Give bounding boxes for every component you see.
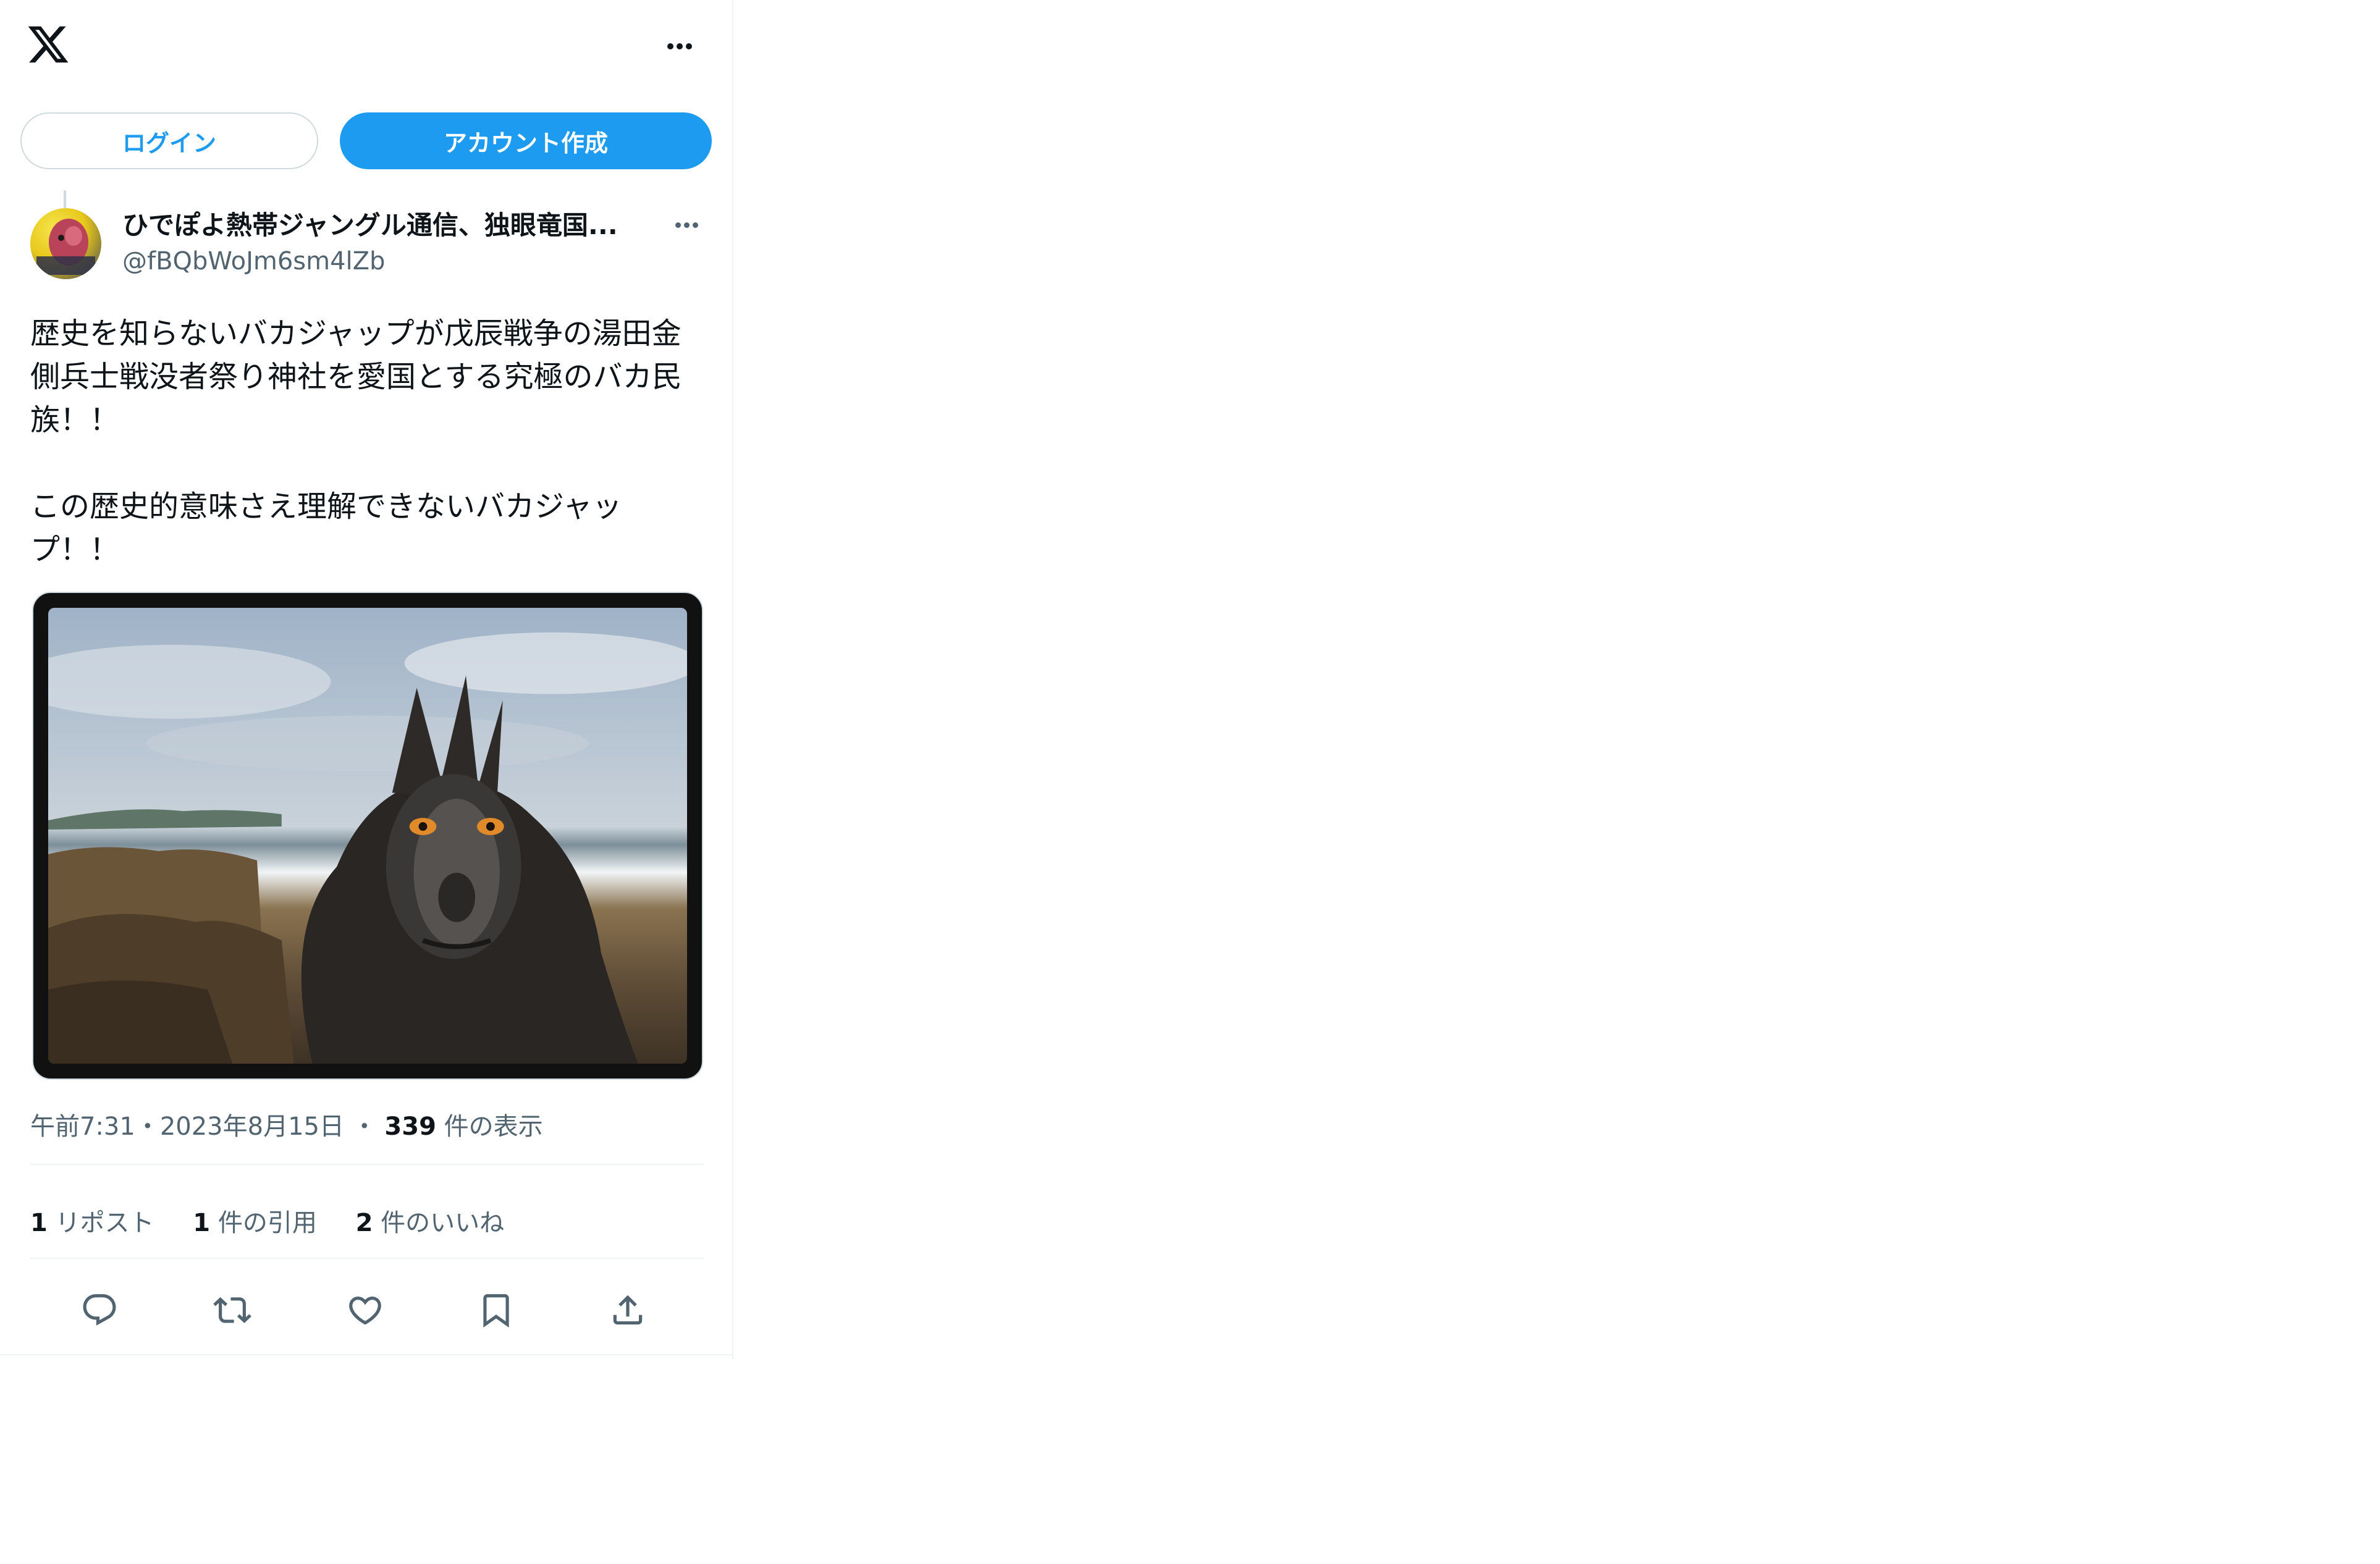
quotes-stat[interactable]: 1 件の引用 (193, 1209, 317, 1237)
quotes-label: 件の引用 (217, 1209, 317, 1237)
tweet-time[interactable]: 午前7:31 (30, 1112, 135, 1141)
reply-icon[interactable] (80, 1291, 124, 1334)
repost-icon[interactable] (213, 1291, 256, 1334)
reposts-stat[interactable]: 1 リポスト (30, 1209, 154, 1237)
separator: ・ (352, 1112, 377, 1141)
divider (30, 1258, 704, 1259)
tweet-image[interactable] (32, 592, 703, 1080)
separator: ・ (135, 1112, 160, 1141)
avatar[interactable] (30, 208, 101, 279)
author-handle[interactable]: @fBQbWoJm6sm4lZb (122, 246, 385, 277)
divider (0, 1354, 732, 1355)
quotes-count: 1 (193, 1209, 211, 1237)
x-logo-icon[interactable] (26, 22, 70, 67)
likes-label: 件のいいね (381, 1209, 505, 1237)
bookmark-icon[interactable] (477, 1291, 520, 1334)
author-name[interactable]: ひでぽよ熱帯ジャングル通信、独眼竜国... (122, 210, 635, 241)
divider (30, 1164, 704, 1165)
thread-line (64, 190, 66, 209)
tweet-stats: 1 リポスト 1 件の引用 2 件のいいね (30, 1206, 535, 1240)
monkey-photo (48, 608, 687, 1064)
tweet-more-icon[interactable] (669, 213, 706, 238)
views-label: 件の表示 (444, 1112, 543, 1141)
tweet-meta: 午前7:31・2023年8月15日 ・ 339 件の表示 (30, 1109, 543, 1144)
views-count: 339 (384, 1112, 436, 1141)
signup-button[interactable]: アカウント作成 (340, 112, 712, 169)
reposts-label: リポスト (55, 1209, 154, 1237)
reposts-count: 1 (30, 1209, 48, 1237)
tweet-text: 歴史を知らないバカジャップが戊辰戦争の湯田金 側兵士戦没者祭り神社を愛国とする究… (30, 316, 682, 567)
likes-stat[interactable]: 2 件のいいね (356, 1209, 505, 1237)
tweet-date[interactable]: 2023年8月15日 (160, 1112, 344, 1141)
share-icon[interactable] (609, 1291, 652, 1334)
like-icon[interactable] (346, 1291, 389, 1334)
likes-count: 2 (355, 1209, 373, 1237)
tweet-column: ログイン アカウント作成 ひでぽよ熱帯ジャングル通信、独眼竜国... @fBQb… (0, 0, 733, 1359)
more-options-icon[interactable] (661, 31, 698, 62)
login-button[interactable]: ログイン (20, 112, 318, 169)
